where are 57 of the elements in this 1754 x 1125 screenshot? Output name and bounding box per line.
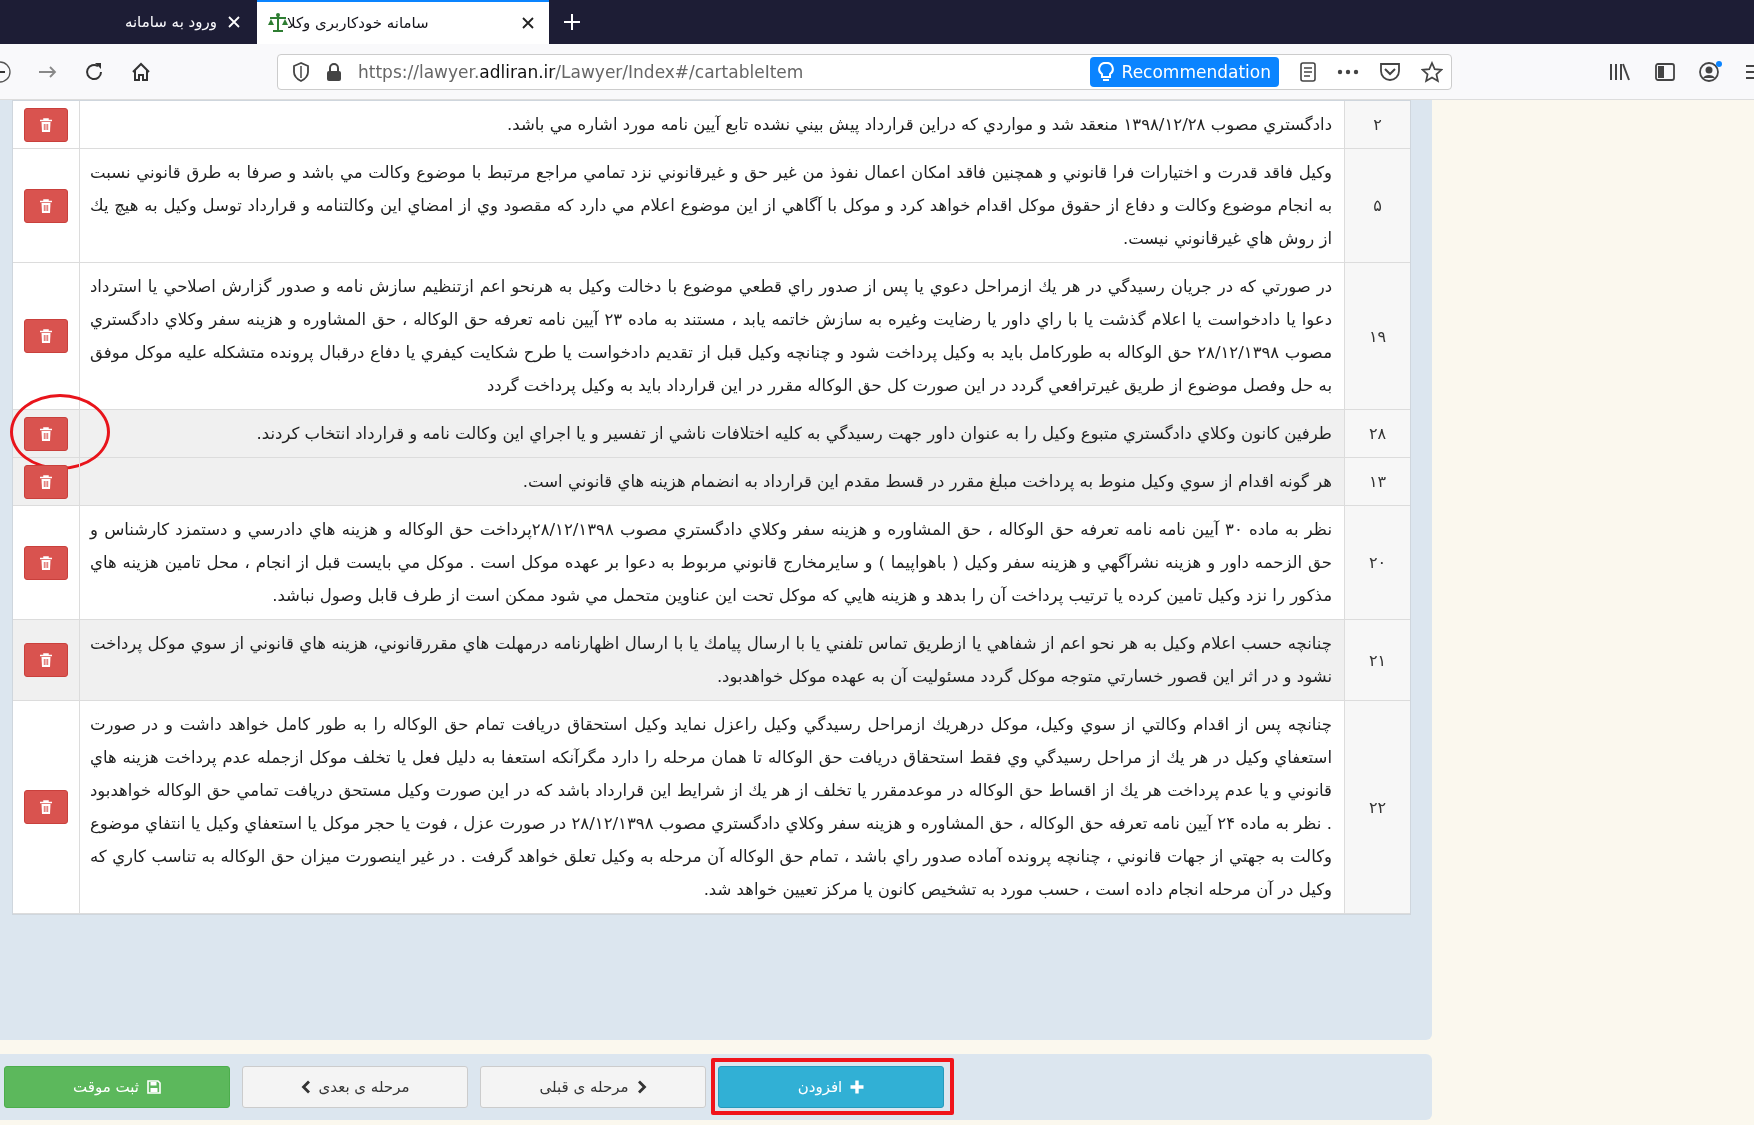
more-icon[interactable] <box>1337 67 1359 76</box>
clause-text: وکيل فاقد قدرت و اختيارات فرا قانوني و همچنين فاقد امکان اعمال نفوذ من غير حق و غيرقانوني نزد تمامي مراجع مرتبط با موضوع وکالت مي باشد و صرفا به طرق قانوني نسبت به انجام موضوع وکالت و دفاع از حقوق موکل اقدام خواهد کرد و موکل با آگاهي از اين موضوع اعلام مي دارد که مقصود وي از امضاي اين وکالتنامه و قرارداد توسل وکيل به هيچ يك از روش هاي غيرقانوني نيست. <box>89 162 1333 251</box>
delete-button[interactable] <box>24 107 68 142</box>
pocket-icon[interactable] <box>1379 61 1401 82</box>
shield-icon[interactable] <box>292 61 310 82</box>
chevron-right-icon <box>636 1080 647 1094</box>
delete-button[interactable] <box>24 790 68 824</box>
clause-text: هر گونه اقدام از سوي وکيل منوط به پرداخت مبلغ مقرر در قسط مقدم اين قرارداد به انضمام هزينه هاي قانوني است. <box>521 471 1333 494</box>
row-number: ۲۲ <box>1344 701 1410 913</box>
reload-icon[interactable] <box>83 60 105 83</box>
trash-icon <box>40 474 52 489</box>
delete-button[interactable] <box>24 416 68 451</box>
delete-button[interactable] <box>24 643 68 677</box>
delete-button[interactable] <box>24 319 68 353</box>
sidebar-icon[interactable] <box>1654 61 1676 82</box>
new-tab-icon[interactable] <box>563 13 581 31</box>
lock-icon[interactable] <box>326 61 342 82</box>
clause-text: دادگستري مصوب ۱۳۹۸/۱۲/۲۸ منعقد شد و مواردي که دراين قرارداد پيش بيني نشده تابع آيين نامه مورد اشاره مي باشد. <box>506 114 1333 137</box>
trash-icon <box>40 117 52 132</box>
trash-icon <box>40 800 52 814</box>
trash-icon <box>40 329 52 343</box>
clause-text: در صورتي که در جريان رسيدگي در هر يك ازمراحل دعوي يا پس از صدور راي قطعي موضوع با دخالت وکيل به هرنحو اعم ازتنظيم سازش نامه و صدور گزارش اصلاحي يا استرداد دعوا يا دادخواست يا اعلام گذشت يا با راي داور يا رضايت وغيره به سازش خاتمه يابد ، مستند به ماده ۲۳ آيين نامه تعرفه حق الوکاله ، حق المشاوره و هزينه سفر وکلاي دادگستري مصوب ۲۸/۱۲/۱۳۹۸ حق الوکاله به طورکامل بايد به وکيل پرداخت شود و چنانچه وکيل قبل از تقديم دادخواست يا طرح شکايت کيفري يا دفاع درقبال پرونده متشکله عليه موکل موفق به حل وفصل موضوع از طريق غيرترافعي گردد در اين صورت کل حق الوکاله مقرر در اين قرارداد بايد به وکيل پرداخت گردد <box>89 276 1333 398</box>
home-icon[interactable] <box>130 60 152 83</box>
close-icon[interactable] <box>521 16 535 30</box>
row-number: ۵ <box>1344 149 1410 262</box>
browser-tab[interactable]: ورود به سامانه <box>0 0 255 44</box>
row-number: ۱۳ <box>1344 458 1410 505</box>
trash-icon <box>40 198 52 213</box>
clause-text: چنانچه حسب اعلام وکيل به هر نحو اعم از شفاهي يا ازطريق تماس تلفني يا با ارسال پيامك يا با ارسال اظهارنامه درمهلت هاي مقررقانوني، هزينه هاي قانوني از سوي موکل پرداخت نشود و در اثر اين قصور خسارتي متوجه موکل گردد مسئوليت آن به عهده موکل خواهدبود. <box>89 633 1333 689</box>
delete-button[interactable] <box>24 188 68 223</box>
star-icon[interactable] <box>1421 60 1443 83</box>
plus-icon <box>850 1080 865 1094</box>
reader-view-icon[interactable] <box>1299 61 1317 82</box>
trash-icon <box>40 555 52 570</box>
account-icon[interactable] <box>1698 59 1724 84</box>
chevron-left-icon <box>300 1080 311 1094</box>
lightbulb-icon <box>1097 61 1114 82</box>
clause-text: طرفين کانون وکلاي دادگستري متبوع وکيل را به عنوان داور جهت رسيدگي به کليه اختلافات ناشي از تفسير و يا اجراي اين وکالت نامه و قرارداد انتخاب کردند. <box>255 423 1333 446</box>
library-icon[interactable] <box>1608 61 1632 82</box>
browser-tab[interactable]: سامانه خودکاربری وکلا <box>257 0 549 44</box>
row-number: ۱۹ <box>1344 263 1410 409</box>
previous-step-button[interactable]: مرحله ی قبلی <box>480 1066 706 1108</box>
address-bar[interactable]: https://lawyer.adliran.ir/Lawyer/Index#/cartableItem Recommendation <box>277 53 1452 90</box>
next-step-button[interactable]: مرحله ی بعدی <box>242 1066 468 1108</box>
row-number: ۲۱ <box>1344 620 1410 700</box>
delete-button[interactable] <box>24 464 68 499</box>
delete-button[interactable] <box>24 545 68 580</box>
menu-icon[interactable] <box>1746 62 1754 81</box>
clause-text: نظر به ماده ۳۰ آيين نامه نامه تعرفه حق الوکاله ، حق المشاوره و هزينه سفر وکلاي دادگستري مصوب ۲۸/۱۲/۱۳۹۸پرداخت حق الوکاله و هزينه هاي دادرسي و دستمزد کارشناس و حق الزحمه داور و هزينه نشرآگهي و هزينه سفر وکيل ( باهواپيما ) و سايرمخارج قانوني مربوط به دعوا بر عهده موکل است . موکل مي بايست قبل از انجام ، محل تامين هزينه هاي مذکور را نزد وکيل تامين کرده يا ترتيب پرداخت آن را بدهد و هزينه هايي که موکل تحت اين عناوين متحمل مي شود ممکن است از طرف قابل وصول نباشد. <box>88 519 1333 608</box>
trash-icon <box>40 426 52 441</box>
row-number: ۲ <box>1344 101 1410 148</box>
row-number: ۲۰ <box>1344 506 1410 619</box>
clause-text: چنانچه پس از اقدام وکالتي از سوي وکيل، موکل درهريك ازمراحل رسيدگي وکيل راعزل نمايد وکيل استحقاق دريافت تمام حق الوکاله را به طور کامل خواهد داشت و در صورت استعفاي وکيل در هر يك از مراحل رسيدگي وي فقط استحقاق دريافت حق الوکاله تا همان مرحله را دارد مگرآنکه استعفا به دليل فعل يا تخلف موکل ازجمله عدم پرداخت هزينه هاي قانوني و يا عدم پرداخت هر يك از اقساط حق الوکاله در موعدمقرر يا تخلف از هر يك از شرايط اين قرارداد باشد که در اين صورت وکيل مستحق دريافت تمامي حق الوکاله خواهدبود . نظر به ماده ۲۴ آيين نامه تعرفه حق الوکاله ، حق المشاوره و هزينه سفر وکلاي دادگستري مصوب ۲۸/۱۲/۱۳۹۸ در صورت عزل ، فوت يا حجر موکل يا استعفاي وکيل يا انتفاي موضوع وکالت به جهتي از جهات قانوني ، چنانچه پرونده آماده صدور راي باشد ، تمام حق الوکاله آن مرحله به وکيل تعلق خواهد گرفت . در غير اينصورت ميزان حق الوکاله به تناسب کاري که وکيل در آن مرحله انجام داده است ، حسب مورد به تشخيص کانون يا مرکز تعيين خواهد شد. <box>89 714 1333 902</box>
trash-icon <box>40 653 52 667</box>
recommendation-button[interactable]: Recommendation <box>1089 56 1279 87</box>
scales-icon <box>267 12 289 34</box>
row-number: ۲۸ <box>1344 410 1410 457</box>
